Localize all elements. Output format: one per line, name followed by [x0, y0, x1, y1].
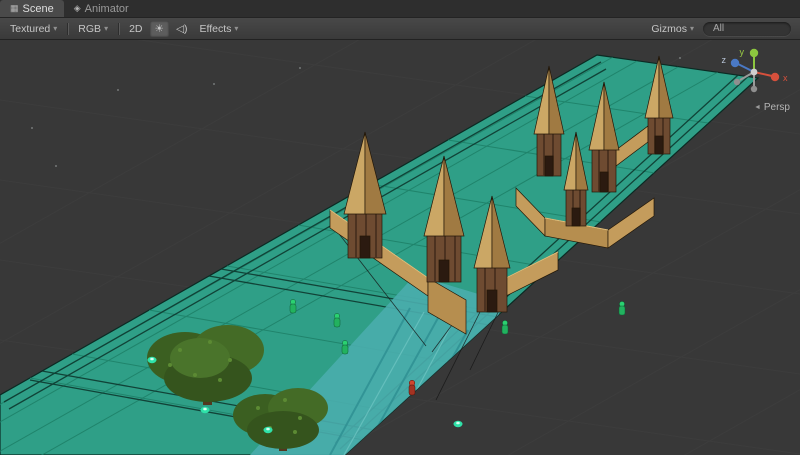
axis-z-handle	[730, 58, 740, 68]
chevron-down-icon: ▾	[689, 24, 694, 33]
axis-y-handle	[749, 48, 759, 58]
toolbar-divider	[67, 22, 69, 35]
scene-toolbar: Textured ▾ RGB ▾ 2D ☀ ◁) Effects ▾ Gizmo…	[0, 18, 800, 40]
gizmo-center	[750, 68, 758, 76]
orientation-gizmo[interactable]: y x z	[710, 44, 794, 102]
color-mode-label: RGB	[78, 22, 102, 35]
tab-scene[interactable]: ▦ Scene	[0, 0, 64, 17]
effects-label: Effects	[199, 22, 232, 35]
axis-x-handle	[770, 72, 780, 82]
chevron-down-icon: ▾	[104, 24, 109, 33]
effects-dropdown[interactable]: Effects ▾	[195, 21, 244, 37]
scene-tab-icon: ▦	[10, 3, 19, 13]
axis-x-label: x	[783, 73, 788, 83]
axis-neg-y-handle	[750, 85, 758, 93]
lighting-toggle-button[interactable]: ☀	[149, 20, 169, 37]
scene-search-value: All	[713, 23, 725, 34]
render-mode-dropdown[interactable]: Textured ▾	[5, 21, 62, 37]
speaker-icon: ◁)	[175, 22, 188, 35]
sun-icon: ☀	[154, 22, 164, 35]
axis-z-label: z	[722, 55, 727, 65]
tab-bar: ▦ Scene ◈ Animator	[0, 0, 800, 18]
chevron-down-icon: ▾	[234, 24, 239, 33]
scene-search-input[interactable]: All	[703, 21, 791, 36]
scene-render	[0, 40, 800, 455]
tab-animator[interactable]: ◈ Animator	[64, 0, 139, 17]
axis-y-label: y	[740, 47, 745, 57]
chevron-down-icon: ▾	[53, 24, 58, 33]
gizmos-label: Gizmos	[651, 22, 687, 35]
toolbar-divider	[118, 22, 120, 35]
toggle-2d-button[interactable]: 2D	[124, 21, 147, 37]
unity-editor-window: ▦ Scene ◈ Animator Textured ▾ RGB ▾ 2D ☀…	[0, 0, 800, 455]
tab-scene-label: Scene	[22, 2, 54, 15]
audio-toggle-button[interactable]: ◁)	[171, 21, 193, 37]
projection-label: Persp	[763, 102, 790, 113]
color-mode-dropdown[interactable]: RGB ▾	[73, 21, 113, 37]
persp-arrow-icon: ◄	[753, 104, 761, 111]
render-mode-label: Textured	[10, 22, 51, 35]
axis-neg-x-handle	[733, 78, 741, 86]
gizmos-dropdown[interactable]: Gizmos ▾	[646, 21, 699, 37]
scene-viewport[interactable]: y x z ◄ Persp	[0, 40, 800, 455]
animator-tab-icon: ◈	[73, 3, 81, 13]
character-red	[408, 379, 416, 396]
projection-toggle[interactable]: ◄ Persp	[754, 102, 790, 113]
tab-animator-label: Animator	[84, 2, 129, 15]
